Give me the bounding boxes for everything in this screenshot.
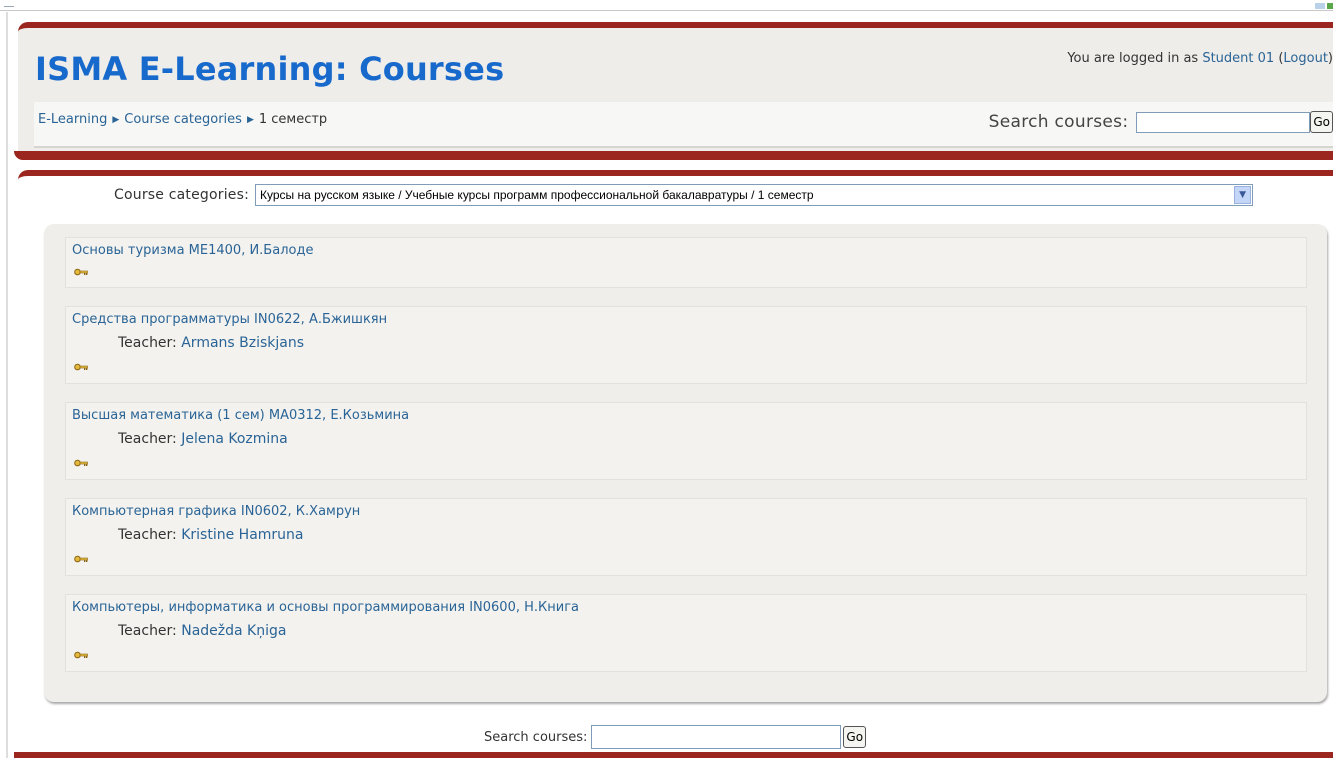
- login-prefix: You are logged in as: [1067, 51, 1199, 66]
- teacher-label: Teacher:: [118, 623, 177, 639]
- course-box: Высшая математика (1 сем) MA0312, Е.Козь…: [65, 402, 1307, 480]
- content-bottom-bar: [14, 752, 1333, 758]
- course-teacher: Teacher: Armans Bziskjans: [118, 335, 304, 351]
- chevron-down-icon[interactable]: ▼: [1234, 186, 1252, 204]
- browser-top-edge: [0, 0, 1333, 11]
- teacher-label: Teacher:: [118, 431, 177, 447]
- header-bottom-bar: [14, 151, 1333, 160]
- teacher-link[interactable]: Kristine Hamruna: [181, 527, 303, 543]
- login-info: You are logged in as Student 01 (Logout): [1067, 51, 1333, 66]
- breadcrumb: E-Learning ▶ Course categories ▶ 1 семестр: [38, 112, 327, 127]
- triangle-right-icon: ▶: [112, 115, 120, 125]
- course-link[interactable]: Компьютерная графика IN0602, К.Хамрун: [72, 504, 360, 519]
- triangle-right-icon: ▶: [246, 115, 254, 125]
- course-box: Средства программатуры IN0622, А.Бжишкян…: [65, 306, 1307, 384]
- nav-search-input[interactable]: [1136, 111, 1311, 133]
- window-edge-mark: [1327, 3, 1333, 9]
- course-box: Компьютерная графика IN0602, К.Хамрун Te…: [65, 498, 1307, 576]
- bottom-search-label: Search courses:: [484, 729, 588, 745]
- main-content: Course categories: Курсы на русском язык…: [14, 170, 1333, 758]
- bottom-search-go-button[interactable]: Go: [843, 726, 867, 748]
- course-teacher: Teacher: Jelena Kozmina: [118, 431, 288, 447]
- teacher-link[interactable]: Jelena Kozmina: [181, 431, 288, 447]
- key-icon[interactable]: [74, 651, 88, 659]
- nav-search-label: Search courses:: [988, 112, 1129, 132]
- teacher-label: Teacher:: [118, 527, 177, 543]
- course-box: Основы туризма ME1400, И.Балоде: [65, 237, 1307, 288]
- teacher-link[interactable]: Nadežda Kņiga: [181, 623, 286, 639]
- key-icon[interactable]: [74, 555, 88, 563]
- teacher-label: Teacher:: [118, 335, 177, 351]
- breadcrumb-home-link[interactable]: E-Learning: [38, 112, 107, 127]
- key-icon[interactable]: [74, 459, 88, 467]
- page-left-edge: [6, 12, 8, 758]
- course-teacher: Teacher: Kristine Hamruna: [118, 527, 304, 543]
- category-select[interactable]: Курсы на русском языке / Учебные курсы п…: [255, 184, 1254, 206]
- nav-search-go-button[interactable]: Go: [1310, 111, 1333, 133]
- breadcrumb-current: 1 семестр: [258, 112, 328, 127]
- course-box: Компьютеры, информатика и основы програм…: [65, 594, 1307, 672]
- bottom-search-form: Search courses: Go: [484, 725, 867, 749]
- window-edge-mark: [1315, 3, 1325, 9]
- course-link[interactable]: Высшая математика (1 сем) MA0312, Е.Козь…: [72, 408, 409, 423]
- logout-link[interactable]: Logout: [1283, 51, 1328, 66]
- window-edge-mark: [4, 6, 14, 7]
- category-select-value: Курсы на русском языке / Учебные курсы п…: [260, 188, 814, 202]
- teacher-link[interactable]: Armans Bziskjans: [181, 335, 304, 351]
- bottom-search-input[interactable]: [591, 725, 842, 749]
- course-list: Основы туризма ME1400, И.Балоде Средства…: [44, 224, 1327, 702]
- key-icon[interactable]: [74, 268, 88, 276]
- nav-search-form: Search courses: Go: [989, 111, 1333, 137]
- course-link[interactable]: Средства программатуры IN0622, А.Бжишкян: [72, 312, 387, 327]
- navbar: E-Learning ▶ Course categories ▶ 1 семестр S…: [34, 102, 1333, 148]
- course-link[interactable]: Компьютеры, информатика и основы програм…: [72, 600, 579, 615]
- category-selector-row: Course categories: Курсы на русском язык…: [114, 184, 1254, 206]
- logout-paren-close: ): [1327, 51, 1333, 66]
- user-profile-link[interactable]: Student 01: [1202, 51, 1274, 66]
- page-header: ISMA E-Learning: Courses You are logged …: [14, 22, 1333, 160]
- course-teacher: Teacher: Nadežda Kņiga: [118, 623, 286, 639]
- course-link[interactable]: Основы туризма ME1400, И.Балоде: [72, 243, 313, 258]
- breadcrumb-categories-link[interactable]: Course categories: [124, 112, 242, 127]
- key-icon[interactable]: [74, 363, 88, 371]
- category-selector-label: Course categories:: [114, 187, 250, 203]
- page-title: ISMA E-Learning: Courses: [35, 50, 505, 88]
